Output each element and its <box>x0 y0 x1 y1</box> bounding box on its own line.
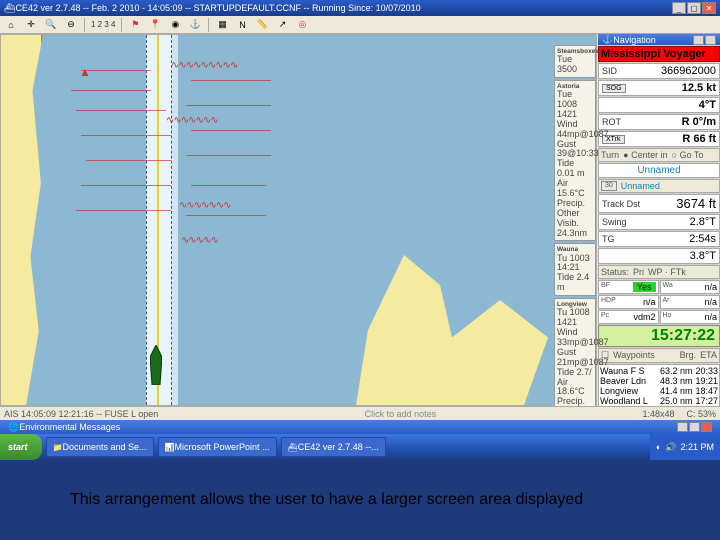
status-text: Unnamed <box>637 165 680 176</box>
station-box[interactable]: SteamsboxesTue3500 <box>554 45 596 78</box>
num-button[interactable]: 30 <box>601 181 617 191</box>
env-min[interactable] <box>677 422 688 432</box>
grid-icon[interactable]: ▦ <box>215 18 229 32</box>
pc-value: vdm2 <box>633 312 655 322</box>
nav-titlebar[interactable]: ⚓ Navigation <box>598 34 720 45</box>
tg-value: 2:54s <box>689 233 716 245</box>
heading-value: 4°T <box>699 99 716 111</box>
flag-icon[interactable]: ⚑ <box>128 18 142 32</box>
crosshair-icon[interactable]: ✛ <box>24 18 38 32</box>
main-area: ▲ ∿∿∿∿∿∿∿∿∿ ∿∿∿∿∿∿∿ ∿∿∿∿∿∿∿ ∿∿∿∿∿ Steams… <box>0 34 720 406</box>
maximize-button[interactable]: ▢ <box>687 2 701 14</box>
swing-value: 2.8°T <box>690 216 716 228</box>
waypoints-header: ☐WaypointsBrg.ETA <box>598 348 720 363</box>
north-icon[interactable]: N <box>235 18 249 32</box>
zoom-out-icon[interactable]: ⊖ <box>64 18 78 32</box>
windows-taskbar[interactable]: start 📁 Documents and Se... 📊 Microsoft … <box>0 434 720 460</box>
status-scale: 1:48x48 <box>642 409 674 419</box>
ho-value: n/a <box>704 312 717 322</box>
env-title: Environmental Messages <box>19 422 120 432</box>
center-row: Turn● Center in○ Go To <box>598 148 720 162</box>
brg-value: 3.8°T <box>690 250 716 262</box>
close-button[interactable]: ✕ <box>702 2 716 14</box>
rot-value: R 0°/m <box>682 116 716 128</box>
system-tray[interactable]: ◐🔊2:21 PM <box>650 434 720 460</box>
status-bar: AIS 14:05:09 12:21:16 -- FUSE L open Cli… <box>0 406 720 420</box>
ais-tracks: ∿∿∿∿∿∿∿∿∿ ∿∿∿∿∿∿∿ ∿∿∿∿∿∿∿ ∿∿∿∿∿ <box>51 60 311 406</box>
trackdst-value: 3674 ft <box>676 196 716 211</box>
rot-label: ROT <box>602 117 621 127</box>
vessel-name: Mississippi Voyager <box>598 46 720 62</box>
hdp-value: n/a <box>643 297 656 307</box>
clock-display: 15:27:22 <box>598 325 720 347</box>
status-notes[interactable]: Click to add notes <box>170 409 630 419</box>
minimize-button[interactable]: _ <box>672 2 686 14</box>
nav-close-button[interactable] <box>705 35 716 45</box>
nav-title-text: Navigation <box>613 35 656 45</box>
nav-anchor-icon: ⚓ <box>602 34 613 45</box>
bf-value: Yes <box>633 282 656 292</box>
task-button[interactable]: 📊 Microsoft PowerPoint ... <box>158 437 277 457</box>
home-icon[interactable]: ⌂ <box>4 18 18 32</box>
pin-icon[interactable]: 📍 <box>148 18 162 32</box>
status-disk: C: 53% <box>686 409 716 419</box>
title-text: CE42 ver 2.7.48 -- Feb. 2 2010 - 14:05:0… <box>15 3 672 13</box>
marker-icon[interactable]: ◉ <box>168 18 182 32</box>
station-boxes: SteamsboxesTue3500AstoriaTue 1008 1421Wi… <box>554 45 596 406</box>
nav-min-button[interactable] <box>693 35 704 45</box>
trackdst-label: Track Dst <box>602 199 640 209</box>
task-button[interactable]: ⛴ CE42 ver 2.7.48 --... <box>281 437 386 457</box>
env-messages-bar[interactable]: 🌐 Environmental Messages <box>0 420 720 434</box>
start-button[interactable]: start <box>0 434 42 460</box>
speed-value: 12.5 kt <box>682 82 716 94</box>
status-grid: BFYes Wan/a HDPn/a Arn/a Pcvdm2 Hon/a <box>598 280 720 324</box>
slide-caption: This arrangement allows the user to have… <box>70 490 650 510</box>
wa-value: n/a <box>704 282 717 292</box>
zoom-in-icon[interactable]: 🔍 <box>44 18 58 32</box>
app-icon: ⛴ <box>4 3 15 14</box>
status-left: AIS 14:05:09 12:21:16 -- FUSE L open <box>4 409 158 419</box>
env-close[interactable] <box>701 422 712 432</box>
ruler-icon[interactable]: 📏 <box>255 18 269 32</box>
target-icon[interactable]: ◎ <box>295 18 309 32</box>
env-max[interactable] <box>689 422 700 432</box>
station-box[interactable]: WaunaTu 1003 14:21Tide 2.4 m <box>554 243 596 296</box>
app-window: ⛴ CE42 ver 2.7.48 -- Feb. 2 2010 - 14:05… <box>0 0 720 460</box>
anchor-icon[interactable]: ⚓ <box>188 18 202 32</box>
ar-value: n/a <box>704 297 717 307</box>
station-box[interactable]: AstoriaTue 1008 1421Wind 44mp@1087Gust 3… <box>554 80 596 242</box>
toolbar: ⌂ ✛ 🔍 ⊖ 1 2 3 4 ⚑ 📍 ◉ ⚓ ▦ N 📏 ↗ ◎ <box>0 16 720 34</box>
own-ship-icon <box>150 345 162 385</box>
sid-value: 366962000 <box>661 65 716 77</box>
layer-numbers[interactable]: 1 2 3 4 <box>91 20 115 29</box>
route-icon[interactable]: ↗ <box>275 18 289 32</box>
task-button[interactable]: 📁 Documents and Se... <box>46 437 154 457</box>
chart-view[interactable]: ▲ ∿∿∿∿∿∿∿∿∿ ∿∿∿∿∿∿∿ ∿∿∿∿∿∿∿ ∿∿∿∿∿ Steams… <box>0 34 597 406</box>
env-icon: 🌐 <box>8 422 19 433</box>
waypoints-list: Wauna F S63.2 nm20:33Beaver Ldn48.3 nm19… <box>598 364 720 406</box>
sid-label: SID <box>602 66 617 76</box>
turn-value: R 66 ft <box>682 133 716 145</box>
navigation-panel: ⚓ Navigation Mississippi Voyager SID 3669… <box>598 34 720 406</box>
title-bar[interactable]: ⛴ CE42 ver 2.7.48 -- Feb. 2 2010 - 14:05… <box>0 0 720 16</box>
station-box[interactable]: LongviewTu 1008 1421Wind 33mp@1087Gust 2… <box>554 298 596 406</box>
sog-button[interactable]: SOG <box>602 84 626 93</box>
